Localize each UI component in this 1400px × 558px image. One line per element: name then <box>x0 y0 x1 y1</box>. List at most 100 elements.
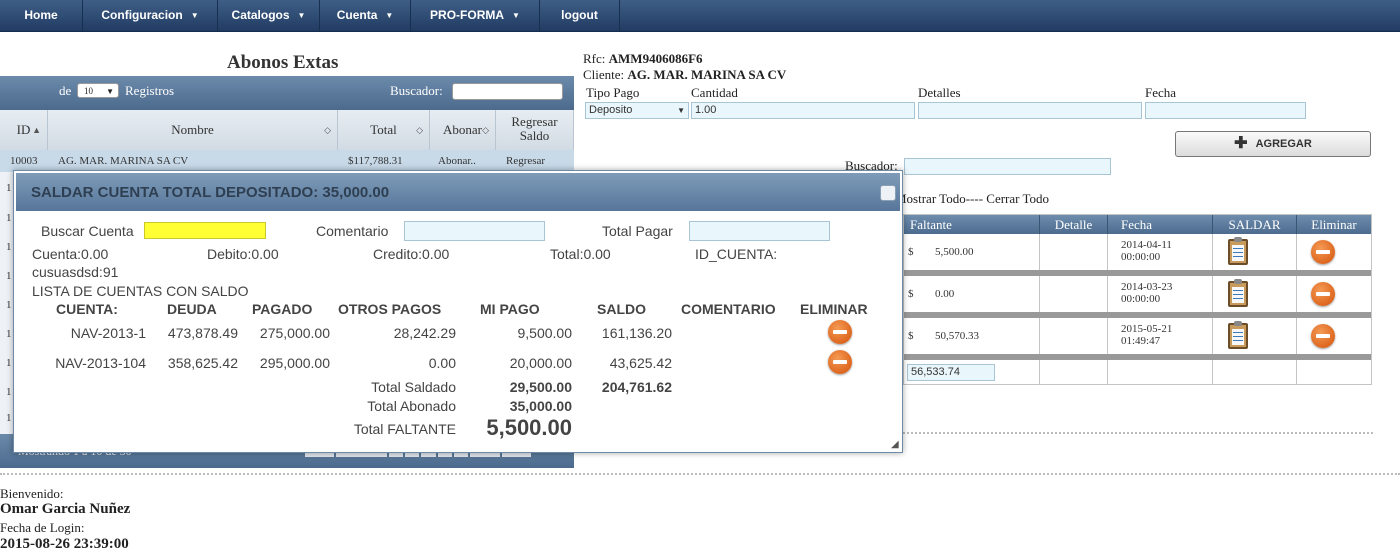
comentario-label: Comentario <box>316 223 389 239</box>
sort-icon: ◇ <box>324 125 331 135</box>
dialog-titlebar[interactable]: SALDAR CUENTA TOTAL DEPOSITADO: 35,000.0… <box>16 173 900 211</box>
col-regresar-saldo[interactable]: Regresar Saldo <box>496 110 574 150</box>
total-saldado-label: Total Saldado <box>371 379 456 395</box>
nav-catalogos[interactable]: Catalogos ▼ <box>218 0 320 31</box>
page-size-select[interactable]: 10 ▼ <box>77 83 119 98</box>
caret-down-icon: ▼ <box>297 11 306 21</box>
id-cuenta-info: ID_CUENTA: <box>695 246 778 262</box>
col-total[interactable]: Total ◇ <box>338 110 430 150</box>
cuenta-cell: NAV-2013-1 <box>70 325 146 341</box>
sort-icon: ◇ <box>482 125 489 135</box>
total-abonado-value: 35,000.00 <box>509 398 572 414</box>
table-row: $ 50,570.33 2015-05-21 01:49:47 <box>904 318 1371 354</box>
col-cuenta: CUENTA: <box>56 301 118 317</box>
table-row[interactable]: 10003 AG. MAR. MARINA SA CV $117,788.31 … <box>0 150 574 172</box>
total-abonado-label: Total Abonado <box>367 398 456 414</box>
deuda-cell: 473,878.49 <box>167 325 238 341</box>
total-faltante-label: Total FALTANTE <box>353 421 456 437</box>
saldar-cuenta-dialog: SALDAR CUENTA TOTAL DEPOSITADO: 35,000.0… <box>13 170 903 453</box>
cuentas-table: Faltante Detalle Fecha SALDAR Eliminar $… <box>903 214 1372 385</box>
list-title: LISTA DE CUENTAS CON SALDO <box>32 283 249 299</box>
col-mi-pago: MI PAGO <box>480 301 540 317</box>
select-caret-icon: ▼ <box>677 106 685 115</box>
debito-info: Debito:0.00 <box>207 246 279 262</box>
deuda-cell: 358,625.42 <box>167 355 238 371</box>
top-navbar: Home Configuracion ▼ Catalogos ▼ Cuenta ▼ P… <box>0 0 1400 32</box>
cliente-line: Cliente: AG. MAR. MARINA SA CV <box>583 67 787 82</box>
saldo-cell: 161,136.20 <box>601 325 672 341</box>
col-eliminar: ELIMINAR <box>800 301 868 317</box>
tipo-pago-label: Tipo Pago <box>586 85 640 100</box>
col-saldar: SALDAR <box>1213 215 1297 234</box>
col-nombre[interactable]: Nombre ◇ <box>48 110 338 150</box>
mi-pago-cell: 9,500.00 <box>517 325 573 341</box>
saldo-cell: 43,625.42 <box>609 355 672 371</box>
welcome-label: Bienvenido: <box>0 486 64 501</box>
col-saldo: SALDO <box>597 301 646 317</box>
buscar-cuenta-input[interactable] <box>144 222 266 239</box>
resize-handle-icon[interactable]: ◢ <box>891 439 899 450</box>
credito-info: Credito:0.00 <box>373 246 450 262</box>
total-pagar-label: Total Pagar <box>602 223 673 239</box>
fecha-input[interactable] <box>1145 102 1306 119</box>
delete-icon[interactable] <box>828 350 852 374</box>
saldar-clipboard-icon[interactable] <box>1228 237 1248 265</box>
mostrar-cerrar-toggle[interactable]: Mostrar Todo---- Cerrar Todo <box>895 191 1049 207</box>
delete-icon[interactable] <box>1311 324 1335 348</box>
nav-logout[interactable]: logout <box>540 0 620 31</box>
total-faltante-field: 56,533.74 <box>907 364 995 381</box>
length-suffix-label: Registros <box>125 83 175 98</box>
nav-cuenta[interactable]: Cuenta ▼ <box>320 0 411 31</box>
login-label: Fecha de Login: <box>0 520 85 535</box>
fecha-label: Fecha <box>1145 85 1177 100</box>
sort-icon: ◇ <box>416 125 423 135</box>
delete-icon[interactable] <box>1311 282 1335 306</box>
saldar-clipboard-icon[interactable] <box>1228 279 1248 307</box>
cuenta-info: Cuenta:0.00 <box>32 246 109 262</box>
agregar-button[interactable]: ✚ AGREGAR <box>1175 131 1371 157</box>
regresar-link[interactable]: Regresar <box>506 155 545 167</box>
otros-pagos-cell: 28,242.29 <box>393 325 456 341</box>
dialog-title: SALDAR CUENTA TOTAL DEPOSITADO: 35,000.0… <box>31 184 390 201</box>
buscar-cuenta-label: Buscar Cuenta <box>41 223 134 239</box>
total-pagar-input[interactable] <box>689 221 830 241</box>
col-id[interactable]: ID ▲ <box>0 110 48 150</box>
divider <box>0 473 1400 475</box>
abonar-link[interactable]: Abonar.. <box>438 155 476 167</box>
detalles-input[interactable] <box>918 102 1142 119</box>
col-faltante: Faltante <box>904 215 1040 234</box>
col-fecha: Fecha <box>1108 215 1213 234</box>
close-icon[interactable] <box>880 185 896 201</box>
total-saldo-value: 204,761.62 <box>601 379 672 395</box>
nav-pro-forma[interactable]: PRO-FORMA ▼ <box>411 0 540 31</box>
cantidad-input[interactable]: 1.00 <box>691 102 915 119</box>
otros-pagos-cell: 0.00 <box>428 355 456 371</box>
search-input[interactable] <box>452 83 563 100</box>
search-label: Buscador: <box>390 83 443 98</box>
buscador-input[interactable] <box>904 158 1111 175</box>
col-pagado: PAGADO <box>252 301 313 317</box>
caret-down-icon: ▼ <box>385 11 394 21</box>
user-name: Omar Garcia Nuñez <box>0 501 131 517</box>
col-otros-pagos: OTROS PAGOS <box>338 301 442 317</box>
comentario-input[interactable] <box>404 221 545 241</box>
user-info: cusuasdsd:91 <box>32 264 119 280</box>
delete-icon[interactable] <box>1311 240 1335 264</box>
nav-configuracion[interactable]: Configuracion ▼ <box>83 0 218 31</box>
pagado-cell: 295,000.00 <box>259 355 330 371</box>
delete-icon[interactable] <box>828 320 852 344</box>
plus-icon: ✚ <box>1234 135 1248 153</box>
total-faltante-value: 5,500.00 <box>486 415 572 440</box>
saldar-clipboard-icon[interactable] <box>1228 321 1248 349</box>
length-prefix-label: de <box>59 83 72 98</box>
table-toolbar: de 10 ▼ Registros Buscador: <box>0 76 574 110</box>
col-abonar[interactable]: Abonar ◇ <box>430 110 496 150</box>
rfc-line: Rfc: AMM9406086F6 <box>583 51 703 66</box>
detalles-label: Detalles <box>918 85 961 100</box>
login-date: 2015-08-26 23:39:00 <box>0 536 129 552</box>
tipo-pago-select[interactable]: Deposito ▼ <box>585 102 689 119</box>
nav-home[interactable]: Home <box>0 0 83 31</box>
caret-down-icon: ▼ <box>190 11 199 21</box>
row-separator <box>904 354 1371 360</box>
row-stubs: 1 1 1 1 1 1 1 1 1 <box>0 172 14 434</box>
